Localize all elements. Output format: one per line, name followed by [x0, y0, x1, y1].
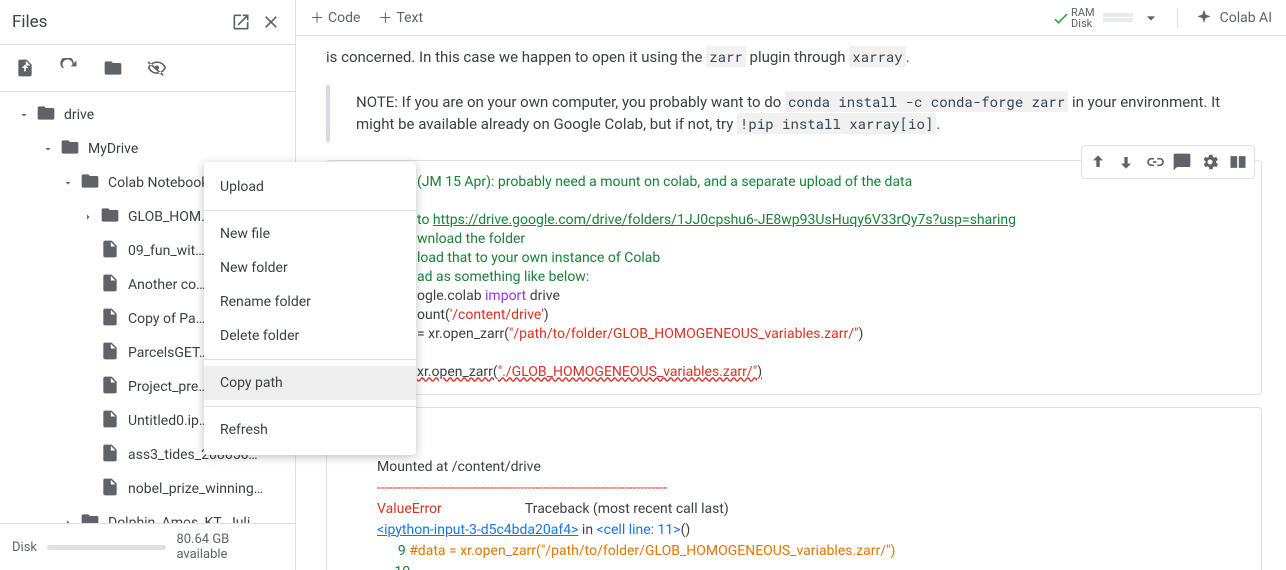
close-icon[interactable] [259, 10, 283, 34]
folder-icon [80, 511, 100, 523]
file-icon [100, 409, 120, 433]
folder-icon [80, 171, 100, 195]
output-cell: Mounted at /content/drive --------------… [326, 407, 1262, 570]
tree-label: Project_pre… [128, 379, 208, 395]
chevron-down-icon[interactable] [12, 109, 36, 121]
ram-label: RAM [1071, 7, 1095, 18]
ctx-new-file[interactable]: New file [204, 217, 416, 251]
upload-file-icon[interactable] [14, 57, 36, 79]
popout-icon[interactable] [229, 10, 253, 34]
tree-label: nobel_prize_winning… [128, 481, 263, 497]
mount-drive-icon[interactable] [102, 57, 124, 79]
move-down-icon[interactable] [1113, 149, 1139, 175]
notebook-content: is concerned. In this case we happen to … [296, 36, 1286, 570]
file-icon [100, 341, 120, 365]
disk-label: Disk [1071, 18, 1095, 29]
code-cell[interactable]: (JM 15 Apr): probably need a mount on co… [326, 160, 1262, 395]
topbar: ＋Code ＋Text RAM Disk Colab AI [296, 0, 1286, 36]
main-area: ＋Code ＋Text RAM Disk Colab AI is concern… [296, 0, 1286, 570]
move-up-icon[interactable] [1085, 149, 1111, 175]
resource-indicator[interactable]: RAM Disk [1071, 7, 1161, 29]
ctx-upload[interactable]: Upload [204, 170, 416, 204]
ctx-copy-path[interactable]: Copy path [204, 366, 416, 400]
add-code-button[interactable]: ＋Code [310, 8, 360, 28]
ram-bar [1103, 13, 1133, 17]
tree-label: Another co… [128, 277, 205, 293]
file-icon [100, 477, 120, 501]
file-icon [100, 375, 120, 399]
colab-ai-button[interactable]: Colab AI [1177, 8, 1272, 28]
ctx-delete-folder[interactable]: Delete folder [204, 319, 416, 353]
mirror-icon[interactable] [1225, 149, 1251, 175]
disk-usage-bar [47, 545, 166, 550]
gear-icon[interactable] [1197, 149, 1223, 175]
file-icon [100, 307, 120, 331]
tree-label: MyDrive [88, 141, 138, 157]
ctx-refresh[interactable]: Refresh [204, 413, 416, 447]
chevron-down-icon[interactable] [1141, 8, 1161, 28]
context-menu: Upload New file New folder Rename folder… [204, 162, 416, 455]
chevron-right-icon[interactable] [76, 211, 100, 223]
separator [204, 210, 416, 211]
sidebar-header: Files [0, 0, 295, 45]
sidebar-footer: Disk 80.64 GB available [0, 523, 295, 570]
tree-folder-dolphin[interactable]: Dolphin_Amos_KT_Juli… [0, 506, 295, 523]
folder-icon [36, 103, 56, 127]
folder-icon [100, 205, 120, 229]
refresh-icon[interactable] [58, 57, 80, 79]
link-icon[interactable] [1141, 149, 1167, 175]
file-icon [100, 239, 120, 263]
tree-label: Colab Notebooks [108, 175, 216, 191]
sparkle-icon [1194, 8, 1214, 28]
file-icon [100, 443, 120, 467]
tree-label: Copy of Pa… [128, 311, 205, 327]
separator [204, 406, 416, 407]
sidebar-title: Files [12, 12, 223, 32]
separator [204, 359, 416, 360]
disk-bar [1103, 18, 1133, 22]
tree-label: Dolphin_Amos_KT_Juli… [108, 515, 260, 523]
chevron-down-icon[interactable] [56, 177, 80, 189]
sidebar-toolbar [0, 45, 295, 92]
note-block: NOTE: If you are on your own computer, y… [326, 85, 1262, 142]
comment-icon[interactable] [1169, 149, 1195, 175]
ctx-new-folder[interactable]: New folder [204, 251, 416, 285]
tree-label: GLOB_HOM… [128, 209, 211, 225]
ctx-rename-folder[interactable]: Rename folder [204, 285, 416, 319]
disk-label: Disk [12, 540, 37, 555]
add-text-button[interactable]: ＋Text [378, 8, 423, 28]
tree-file[interactable]: nobel_prize_winning… [0, 472, 295, 506]
tree-folder-mydrive[interactable]: MyDrive [0, 132, 295, 166]
hidden-files-icon[interactable] [146, 57, 168, 79]
chevron-down-icon[interactable] [36, 143, 60, 155]
folder-icon [60, 137, 80, 161]
check-icon [1051, 8, 1071, 28]
tree-folder-drive[interactable]: drive [0, 98, 295, 132]
tree-label: ParcelsGET… [128, 345, 208, 361]
tree-label: Untitled0.ip… [128, 413, 208, 429]
markdown-text: is concerned. In this case we happen to … [326, 46, 1262, 69]
tree-label: drive [64, 107, 94, 123]
file-icon [100, 273, 120, 297]
tree-label: 09_fun_wit… [128, 243, 205, 259]
cell-toolbar [1081, 145, 1255, 179]
disk-available: 80.64 GB available [176, 532, 283, 562]
